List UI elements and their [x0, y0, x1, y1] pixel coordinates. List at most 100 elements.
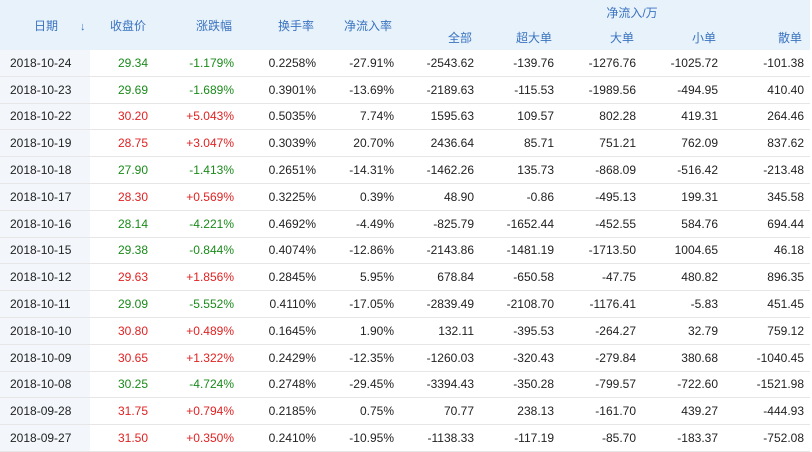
net-inflow-all-cell: -1138.33 — [400, 424, 480, 452]
net-inflow-rate-cell: -13.69% — [322, 76, 400, 104]
retail-cell: -213.48 — [724, 156, 810, 184]
net-inflow-rate-cell: -27.91% — [322, 50, 400, 77]
turnover-cell: 0.2410% — [240, 424, 322, 452]
net-inflow-all-cell: 70.77 — [400, 397, 480, 426]
large-cell: -452.55 — [560, 210, 642, 238]
header-retail[interactable]: 散单 — [724, 25, 810, 50]
turnover-cell: 0.2429% — [240, 344, 322, 372]
retail-cell: 345.58 — [724, 183, 810, 211]
retail-cell: 410.40 — [724, 76, 810, 104]
table-row: 2018-10-16 28.14 -4.221% 0.4692% -4.49% -825.… — [0, 210, 810, 238]
super-large-cell: 109.57 — [480, 103, 560, 131]
change-cell: -1.413% — [154, 156, 240, 184]
net-inflow-all-cell: 48.90 — [400, 183, 480, 211]
header-large[interactable]: 大单 — [560, 25, 642, 50]
large-cell: -495.13 — [560, 183, 642, 211]
small-cell: -1025.72 — [642, 50, 724, 77]
date-cell: 2018-09-27 — [0, 424, 90, 452]
change-cell: +3.047% — [154, 129, 240, 158]
turnover-cell: 0.4110% — [240, 290, 322, 318]
turnover-cell: 0.2185% — [240, 397, 322, 426]
header-all[interactable]: 全部 — [400, 25, 480, 50]
net-inflow-rate-cell: 20.70% — [322, 129, 400, 158]
turnover-cell: 0.3225% — [240, 183, 322, 211]
turnover-cell: 0.4692% — [240, 210, 322, 238]
net-inflow-all-cell: 1595.63 — [400, 103, 480, 131]
table-header: 日期 ↓ 收盘价 涨跌幅 换手率 净流入率 净流入/万 全部 超大单 大单 小单 … — [0, 0, 810, 50]
super-large-cell: 238.13 — [480, 397, 560, 426]
large-cell: -1176.41 — [560, 290, 642, 318]
header-date[interactable]: 日期 ↓ — [0, 0, 90, 50]
table-row: 2018-09-28 31.75 +0.794% 0.2185% 0.75% 70.77 2… — [0, 397, 810, 426]
header-net-inflow-group: 净流入/万 — [400, 0, 810, 25]
header-small[interactable]: 小单 — [642, 25, 724, 50]
header-net-inflow-rate[interactable]: 净流入率 — [322, 0, 400, 50]
net-inflow-all-cell: -3394.43 — [400, 371, 480, 399]
large-cell: 751.21 — [560, 129, 642, 158]
change-cell: +0.794% — [154, 397, 240, 426]
net-inflow-all-cell: -1462.26 — [400, 156, 480, 184]
date-cell: 2018-10-09 — [0, 344, 90, 372]
small-cell: -494.95 — [642, 76, 724, 104]
table-row: 2018-10-23 29.69 -1.689% 0.3901% -13.69% -218… — [0, 76, 810, 104]
change-cell: +1.856% — [154, 263, 240, 292]
net-inflow-rate-cell: 0.75% — [322, 397, 400, 426]
retail-cell: 264.46 — [724, 103, 810, 131]
header-change[interactable]: 涨跌幅 — [154, 0, 240, 50]
large-cell: -85.70 — [560, 424, 642, 452]
close-cell: 28.14 — [90, 210, 154, 238]
date-cell: 2018-10-12 — [0, 263, 90, 292]
date-cell: 2018-10-16 — [0, 210, 90, 238]
sort-desc-icon[interactable]: ↓ — [80, 21, 86, 33]
close-cell: 28.30 — [90, 183, 154, 211]
header-close[interactable]: 收盘价 — [90, 0, 154, 50]
close-cell: 30.65 — [90, 344, 154, 372]
large-cell: -1989.56 — [560, 76, 642, 104]
header-turnover[interactable]: 换手率 — [240, 0, 322, 50]
super-large-cell: -650.58 — [480, 263, 560, 292]
small-cell: 380.68 — [642, 344, 724, 372]
super-large-cell: -139.76 — [480, 50, 560, 77]
small-cell: 32.79 — [642, 317, 724, 345]
super-large-cell: -0.86 — [480, 183, 560, 211]
close-cell: 29.69 — [90, 76, 154, 104]
retail-cell: -101.38 — [724, 50, 810, 77]
table-row: 2018-10-11 29.09 -5.552% 0.4110% -17.05% -283… — [0, 290, 810, 318]
close-cell: 30.20 — [90, 103, 154, 131]
retail-cell: -444.93 — [724, 397, 810, 426]
change-cell: -5.552% — [154, 290, 240, 318]
small-cell: -5.83 — [642, 290, 724, 318]
close-cell: 29.38 — [90, 237, 154, 265]
small-cell: 1004.65 — [642, 237, 724, 265]
net-inflow-rate-cell: -10.95% — [322, 424, 400, 452]
net-inflow-rate-cell: 0.39% — [322, 183, 400, 211]
header-super-large[interactable]: 超大单 — [480, 25, 560, 50]
retail-cell: 896.35 — [724, 263, 810, 292]
super-large-cell: -350.28 — [480, 371, 560, 399]
turnover-cell: 0.2258% — [240, 50, 322, 77]
retail-cell: -752.08 — [724, 424, 810, 452]
turnover-cell: 0.2748% — [240, 371, 322, 399]
close-cell: 27.90 — [90, 156, 154, 184]
close-cell: 30.80 — [90, 317, 154, 345]
turnover-cell: 0.2651% — [240, 156, 322, 184]
retail-cell: -1521.98 — [724, 371, 810, 399]
small-cell: -516.42 — [642, 156, 724, 184]
table-row: 2018-10-09 30.65 +1.322% 0.2429% -12.35% -126… — [0, 344, 810, 372]
table-row: 2018-10-24 29.34 -1.179% 0.2258% -27.91% -254… — [0, 50, 810, 77]
date-cell: 2018-10-19 — [0, 129, 90, 158]
net-inflow-all-cell: -825.79 — [400, 210, 480, 238]
small-cell: -722.60 — [642, 371, 724, 399]
table-row: 2018-09-27 31.50 +0.350% 0.2410% -10.95% -113… — [0, 424, 810, 452]
close-cell: 31.50 — [90, 424, 154, 452]
turnover-cell: 0.4074% — [240, 237, 322, 265]
date-cell: 2018-10-17 — [0, 183, 90, 211]
retail-cell: 694.44 — [724, 210, 810, 238]
table-row: 2018-10-18 27.90 -1.413% 0.2651% -14.31% -146… — [0, 156, 810, 184]
large-cell: -1276.76 — [560, 50, 642, 77]
super-large-cell: -320.43 — [480, 344, 560, 372]
net-inflow-all-cell: 132.11 — [400, 317, 480, 345]
turnover-cell: 0.2845% — [240, 263, 322, 292]
net-inflow-rate-cell: -29.45% — [322, 371, 400, 399]
change-cell: +0.569% — [154, 183, 240, 211]
